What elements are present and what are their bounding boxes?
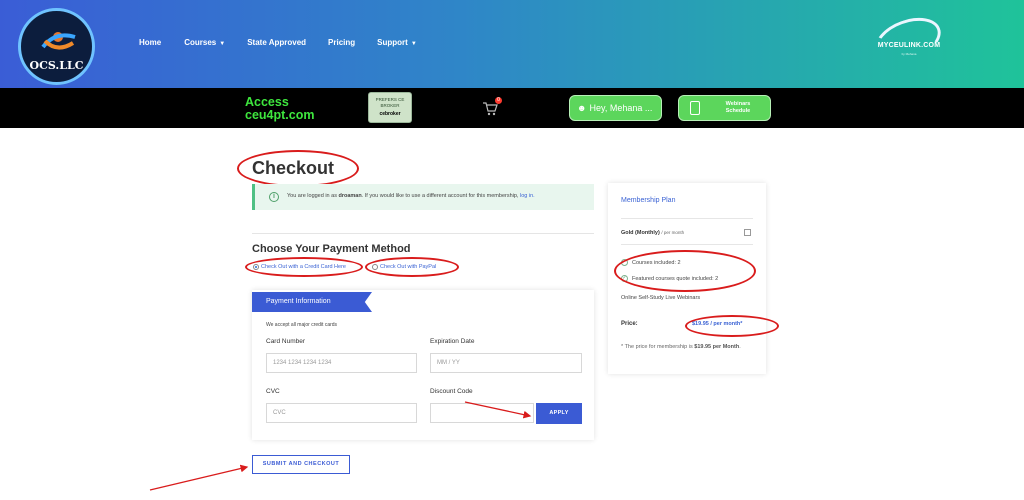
arrow-icon xyxy=(464,401,532,419)
annotation-arrows xyxy=(149,401,532,491)
page: OCS.LLC Home Courses ▼ State Approved Pri… xyxy=(0,0,1024,500)
arrow-icon xyxy=(149,464,249,491)
